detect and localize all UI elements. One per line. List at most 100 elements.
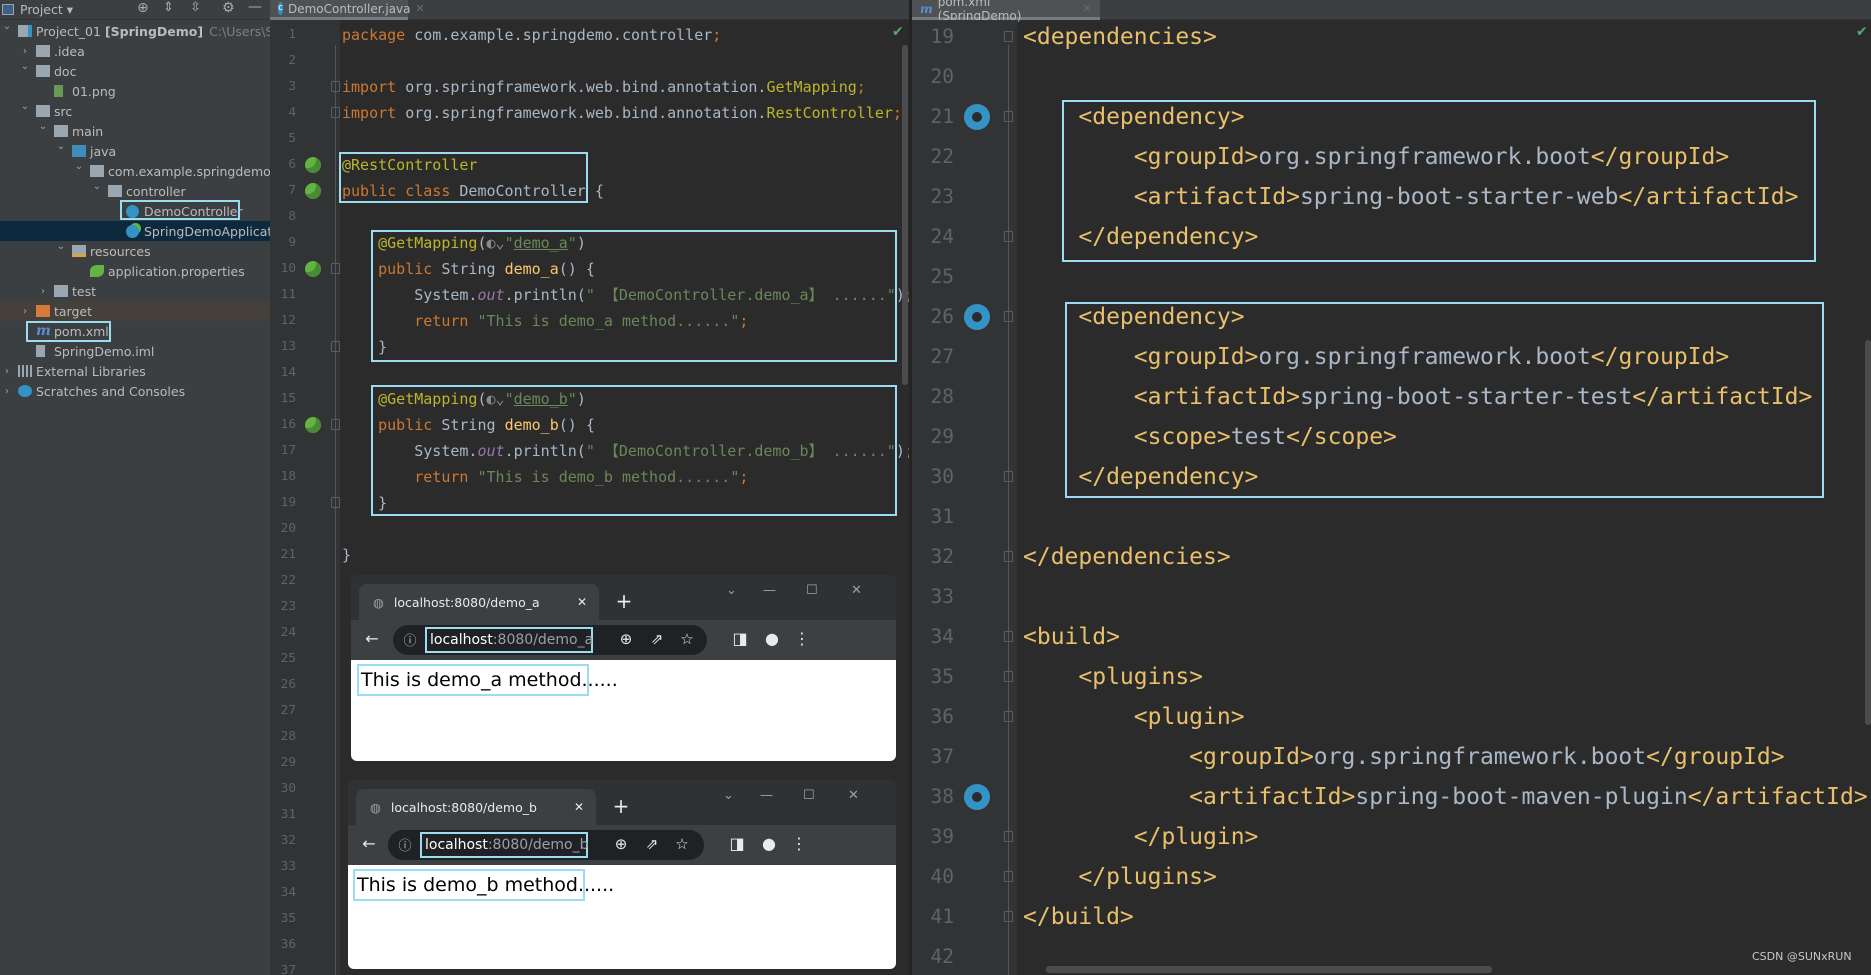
maven-dependency-icon[interactable] — [964, 104, 990, 130]
gear-icon[interactable]: ⚙ — [222, 0, 235, 16]
address-bar[interactable]: ⓘ localhost:8080/demo_a ⊕ ⇗ ☆ — [393, 625, 707, 655]
tree-item-test[interactable]: › test — [0, 281, 270, 301]
side-panel-icon[interactable]: ◨ — [729, 629, 751, 648]
tree-item-com-example-springdemo[interactable]: ⌄ com.example.springdemo — [0, 161, 271, 181]
code-line[interactable]: } — [342, 334, 387, 360]
share-icon[interactable]: ⇗ — [641, 835, 663, 853]
code-line[interactable]: </dependencies> — [1023, 537, 1231, 577]
code-line[interactable]: <dependencies> — [1023, 17, 1217, 57]
tree-item-target[interactable]: › target — [0, 301, 270, 321]
fold-marker-icon[interactable] — [1004, 831, 1013, 842]
fold-marker-icon[interactable] — [1004, 311, 1013, 322]
code-line[interactable]: <dependency> — [1023, 297, 1244, 337]
tree-item-springdemo-iml[interactable]: SpringDemo.iml — [0, 341, 270, 361]
vertical-scrollbar[interactable] — [1865, 340, 1871, 725]
new-tab-icon[interactable]: + — [610, 794, 632, 818]
code-line[interactable]: public String demo_a() { — [342, 256, 595, 282]
chevron-down-icon[interactable]: ⌄ — [19, 61, 31, 72]
code-line[interactable]: return "This is demo_b method......"; — [342, 464, 748, 490]
maximize-icon[interactable]: ☐ — [806, 583, 818, 598]
code-line[interactable]: <groupId>org.springframework.boot</group… — [1023, 337, 1729, 377]
hide-icon[interactable]: — — [248, 0, 262, 15]
code-line[interactable]: } — [342, 490, 387, 516]
fold-marker-icon[interactable] — [331, 497, 340, 508]
code-line[interactable]: <artifactId>spring-boot-starter-test</ar… — [1023, 377, 1813, 417]
info-icon[interactable]: ⓘ — [399, 630, 421, 649]
code-line[interactable]: <artifactId>spring-boot-starter-web</art… — [1023, 177, 1799, 217]
code-line[interactable]: package com.example.springdemo.controlle… — [342, 22, 721, 48]
code-line[interactable]: <build> — [1023, 617, 1120, 657]
fold-marker-icon[interactable] — [331, 81, 340, 92]
fold-marker-icon[interactable] — [331, 107, 340, 118]
fold-marker-icon[interactable] — [1004, 631, 1013, 642]
bookmark-star-icon[interactable]: ☆ — [676, 630, 698, 648]
code-line[interactable]: @RestController — [342, 152, 477, 178]
spring-endpoint-icon[interactable] — [305, 183, 321, 199]
code-line[interactable]: public class DemoController { — [342, 178, 604, 204]
chevron-down-icon[interactable]: ⌄ — [19, 101, 31, 112]
collapse-all-icon[interactable]: ⇳ — [190, 0, 201, 15]
chevron-down-icon[interactable]: ⌄ — [91, 181, 103, 192]
url-field[interactable]: localhost:8080/demo_b — [420, 832, 589, 858]
browser-tab[interactable]: ◍ localhost:8080/demo_b ✕ — [356, 789, 596, 825]
locate-icon[interactable]: ⊕ — [137, 0, 149, 16]
code-line[interactable]: <scope>test</scope> — [1023, 417, 1397, 457]
project-view-dropdown[interactable]: Project ▾ — [20, 2, 73, 17]
chevron-down-icon[interactable]: ⌄ — [1, 21, 13, 32]
fold-marker-icon[interactable] — [331, 419, 340, 430]
tree-item-01-png[interactable]: 01.png — [0, 81, 270, 101]
vertical-scrollbar[interactable] — [902, 45, 908, 385]
chevron-down-icon[interactable]: ⌄ — [55, 241, 67, 252]
close-tab-icon[interactable]: ✕ — [1083, 2, 1092, 15]
minimize-icon[interactable]: — — [763, 583, 776, 598]
chevron-down-icon[interactable]: ⌄ — [37, 121, 49, 132]
code-line[interactable]: System.out.println(" 【DemoController.dem… — [342, 438, 909, 464]
code-line[interactable]: </plugin> — [1023, 817, 1259, 857]
chevron-down-icon[interactable]: ⌄ — [73, 161, 85, 172]
tree-item-main[interactable]: ⌄ main — [0, 121, 270, 141]
tab-democontroller-java[interactable]: c DemoController.java ✕ — [270, 0, 425, 20]
spring-endpoint-icon[interactable] — [305, 261, 321, 277]
code-line[interactable]: @GetMapping(◐⌄"demo_a") — [342, 230, 586, 256]
address-bar[interactable]: ⓘ localhost:8080/demo_b ⊕ ⇗ ☆ — [388, 830, 704, 860]
tree-item-project-01[interactable]: ⌄ Project_01 [SpringDemo] C:\Users\SUN — [0, 21, 292, 41]
code-line[interactable]: <artifactId>spring-boot-maven-plugin</ar… — [1023, 777, 1868, 817]
fold-marker-icon[interactable] — [1004, 671, 1013, 682]
chevron-right-icon[interactable]: › — [1, 386, 13, 397]
fold-marker-icon[interactable] — [1004, 231, 1013, 242]
code-line[interactable]: </plugins> — [1023, 857, 1217, 897]
profile-icon[interactable]: ● — [761, 629, 783, 648]
fold-marker-icon[interactable] — [1004, 551, 1013, 562]
fold-marker-icon[interactable] — [1004, 871, 1013, 882]
chevron-right-icon[interactable]: › — [19, 46, 31, 57]
chevron-right-icon[interactable]: › — [1, 366, 13, 377]
fold-marker-icon[interactable] — [1004, 711, 1013, 722]
zoom-icon[interactable]: ⊕ — [615, 630, 637, 648]
minimize-icon[interactable]: — — [760, 788, 773, 803]
tree-item-pom-xml[interactable]: m pom.xml — [0, 321, 270, 341]
new-tab-icon[interactable]: + — [613, 589, 635, 613]
code-line[interactable]: return "This is demo_a method......"; — [342, 308, 748, 334]
zoom-icon[interactable]: ⊕ — [610, 835, 632, 853]
tree-item-scratches-and-consoles[interactable]: › Scratches and Consoles — [0, 381, 270, 401]
fold-marker-icon[interactable] — [1004, 31, 1013, 42]
back-icon[interactable]: ← — [361, 629, 383, 648]
tab-search-icon[interactable]: ⌄ — [726, 583, 737, 598]
code-line[interactable]: <plugin> — [1023, 697, 1245, 737]
url-field[interactable]: localhost:8080/demo_a — [425, 627, 593, 653]
code-line[interactable]: <groupId>org.springframework.boot</group… — [1023, 737, 1784, 777]
chevron-right-icon[interactable]: › — [37, 286, 49, 297]
tree-item-springdemoapplication[interactable]: SpringDemoApplication — [0, 221, 291, 241]
tree-item-controller[interactable]: ⌄ controller — [0, 181, 270, 201]
close-tab-icon[interactable]: ✕ — [574, 800, 584, 814]
code-line[interactable]: </build> — [1023, 897, 1134, 937]
maven-dependency-icon[interactable] — [964, 304, 990, 330]
tree-item-democontroller[interactable]: DemoController — [0, 201, 270, 221]
pom-editor[interactable]: m pom.xml (SpringDemo) ✕ 19 <dependencies… — [909, 0, 1871, 975]
code-line[interactable]: <dependency> — [1023, 97, 1244, 137]
fold-marker-icon[interactable] — [1004, 911, 1013, 922]
chevron-down-icon[interactable]: ⌄ — [55, 141, 67, 152]
fold-marker-icon[interactable] — [1004, 471, 1013, 482]
side-panel-icon[interactable]: ◨ — [726, 834, 748, 853]
expand-all-icon[interactable]: ⇕ — [163, 0, 174, 15]
